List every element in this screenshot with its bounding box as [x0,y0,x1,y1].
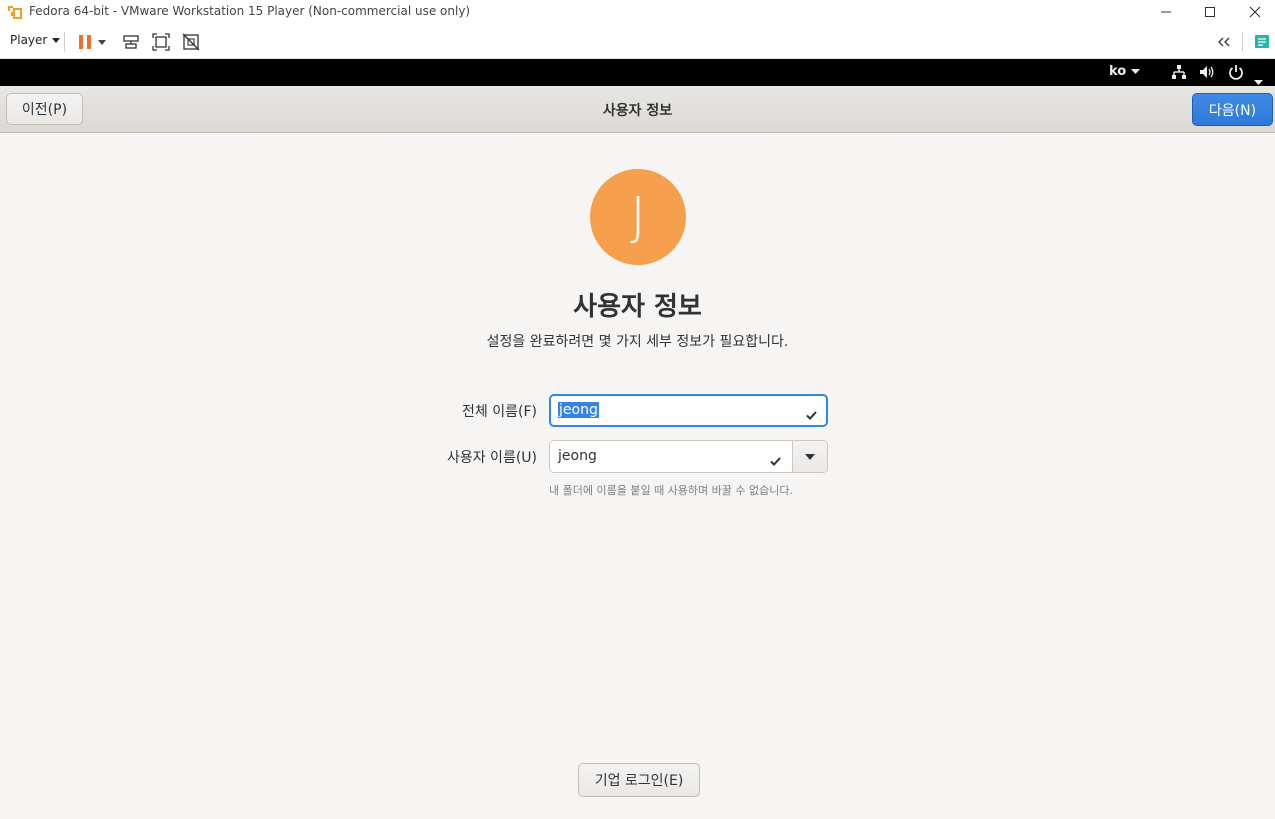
toolbar-divider [1242,32,1243,52]
collapse-toolbar-button[interactable] [1213,31,1235,53]
window-titlebar: Fedora 64-bit - VMware Workstation 15 Pl… [0,0,1275,24]
minimize-button[interactable] [1143,0,1189,24]
username-value: jeong [558,448,597,464]
gnome-top-bar: ko [0,59,1275,86]
chevron-down-icon [52,37,61,43]
page-subtitle: 설정을 완료하려면 몇 가지 세부 정보가 필요합니다. [486,334,789,350]
message-icon [1255,35,1269,48]
minimize-icon [1161,11,1171,13]
keyboard-layout-indicator[interactable]: ko [1109,64,1141,79]
unity-disabled-icon [182,33,200,51]
maximize-icon [1205,7,1215,17]
vmware-toolbar: Player [0,24,1275,59]
send-ctrl-alt-del-button[interactable] [120,31,142,53]
fullscreen-icon [152,33,170,51]
next-button-label: 다음(N) [1208,102,1257,119]
double-chevron-left-icon [1218,37,1230,47]
page-title: 사용자 정보 [573,292,702,322]
avatar[interactable]: J [590,169,686,265]
user-info-page: J 사용자 정보 설정을 완료하려면 몇 가지 세부 정보가 필요합니다. 전체… [0,133,1275,819]
unity-button[interactable] [180,31,202,53]
full-name-label: 전체 이름(F) [462,404,537,420]
network-wired-icon[interactable] [1171,64,1187,84]
avatar-initial: J [630,187,646,247]
player-menu[interactable]: Player [10,33,61,47]
header-bar: 이전(P) 사용자 정보 다음(N) [0,86,1275,133]
volume-icon[interactable] [1199,64,1215,84]
pause-button[interactable] [74,31,96,53]
username-combo[interactable]: jeong [549,440,828,473]
full-name-field[interactable]: jeong [549,394,828,427]
enterprise-login-label: 기업 로그인(E) [594,773,684,789]
enterprise-login-button[interactable]: 기업 로그인(E) [578,763,700,797]
pause-icon [79,35,91,49]
power-icon[interactable] [1228,64,1244,84]
next-button[interactable]: 다음(N) [1192,93,1273,126]
full-name-value: jeong [558,402,599,418]
username-dropdown-button[interactable] [792,441,827,472]
fit-guest-button[interactable] [150,31,172,53]
header-title: 사용자 정보 [602,103,673,119]
player-menu-label: Player [10,33,48,47]
toolbar-divider [64,32,65,52]
window-title: Fedora 64-bit - VMware Workstation 15 Pl… [29,4,471,18]
language-label: ko [1109,64,1127,79]
pause-dropdown[interactable] [95,31,109,53]
username-hint: 내 폴더에 이름을 붙일 때 사용하며 바꿀 수 없습니다. [549,484,793,497]
username-label: 사용자 이름(U) [446,450,537,466]
chevron-down-icon [1131,69,1141,74]
keyboard-network-icon [123,35,139,49]
checkmark-icon [770,451,781,470]
checkmark-icon [806,405,817,424]
close-icon [1249,6,1261,18]
chevron-down-icon [98,39,106,45]
close-button[interactable] [1232,0,1275,24]
maximize-button[interactable] [1187,0,1233,24]
vmware-player-icon [6,3,24,21]
message-log-button[interactable] [1251,31,1273,53]
chevron-down-icon [805,453,815,460]
